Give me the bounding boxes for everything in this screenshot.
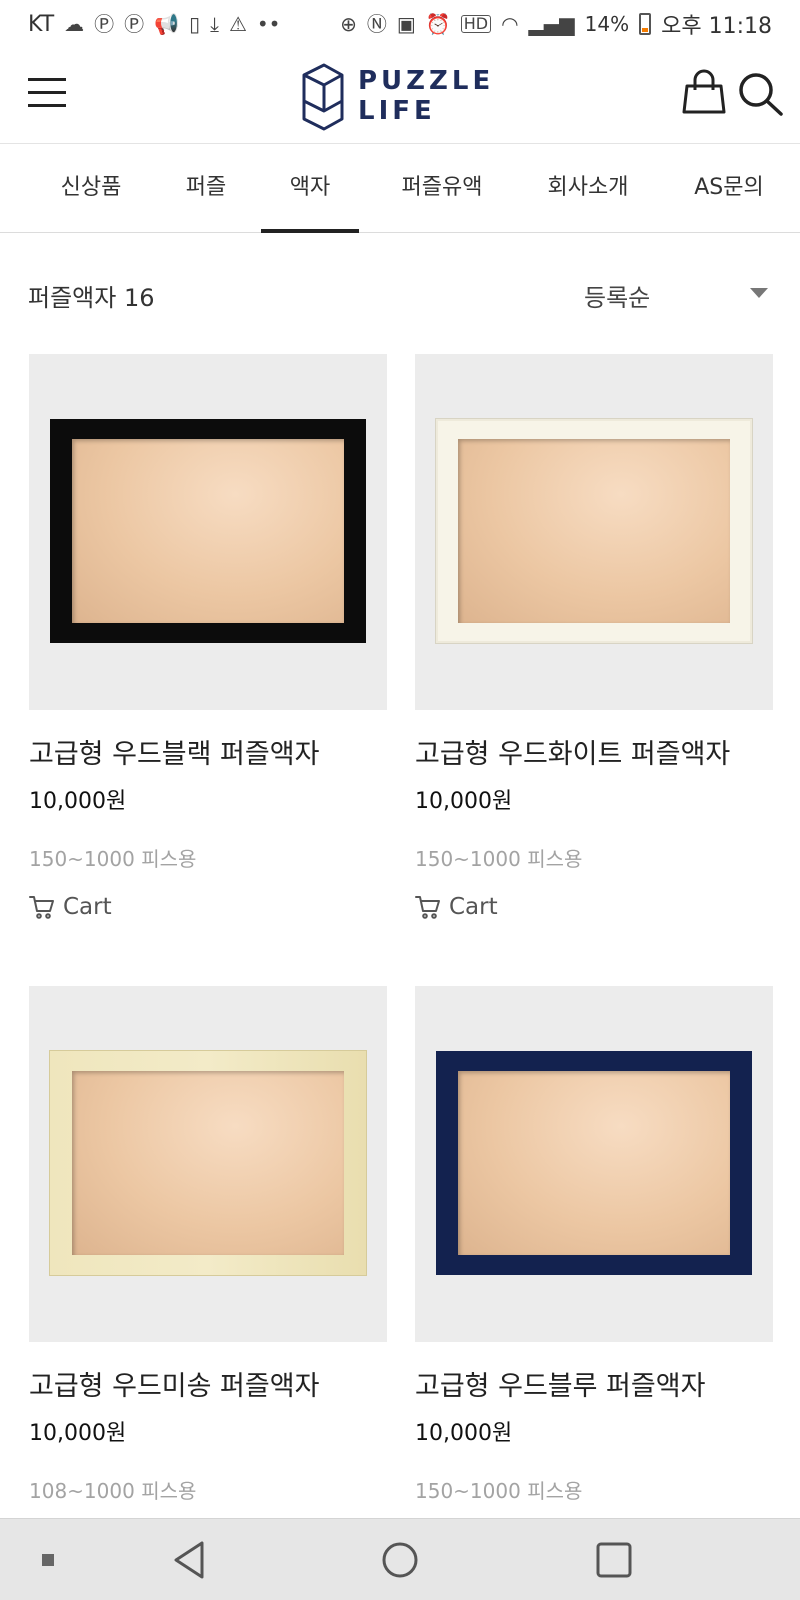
- back-triangle-icon: [174, 1541, 204, 1579]
- search-icon: [739, 73, 783, 116]
- sort-selected-value: 등록순: [584, 284, 651, 312]
- pinterest-icon: Ⓟ: [124, 12, 145, 36]
- shopping-bag-icon: [682, 69, 726, 114]
- hamburger-icon: [28, 91, 66, 94]
- hamburger-icon: [28, 104, 66, 107]
- recents-square-icon: [596, 1542, 632, 1578]
- product-name[interactable]: 고급형 우드화이트 퍼즐액자: [415, 732, 773, 771]
- cart-icon: [29, 896, 54, 919]
- status-left: KT ☁ Ⓟ Ⓟ 📢 ▯ ⤓ ⚠ ••: [28, 12, 280, 37]
- frame-image: [436, 419, 752, 643]
- product-name[interactable]: 고급형 우드블랙 퍼즐액자: [29, 732, 387, 771]
- product-price: 10,000원: [415, 789, 513, 814]
- product-pieces: 150~1000 피스용: [415, 847, 583, 871]
- hd-icon: HD: [460, 15, 492, 33]
- product-price: 10,000원: [29, 1421, 127, 1446]
- product-image[interactable]: [415, 986, 773, 1342]
- category-tabs: 신상품 퍼즐 액자 퍼즐유액 회사소개 AS문의: [0, 144, 800, 233]
- sort-dropdown[interactable]: 등록순: [572, 270, 772, 318]
- app-header: PUZZLE LIFE: [0, 48, 800, 144]
- logo-text: PUZZLE LIFE: [358, 66, 494, 126]
- tab-puzzle-glue[interactable]: 퍼즐유액: [392, 144, 492, 232]
- nav-dot-button[interactable]: [30, 1537, 78, 1583]
- tab-new-products[interactable]: 신상품: [56, 144, 126, 232]
- warning-icon: ⚠: [228, 12, 247, 36]
- cart-label: Cart: [449, 894, 498, 920]
- carrier-label: KT: [28, 11, 55, 37]
- product-image[interactable]: [29, 986, 387, 1342]
- frame-image: [50, 1051, 366, 1275]
- frame-image: [436, 1051, 752, 1275]
- chevron-down-icon: [750, 288, 768, 298]
- data-saver-icon: ⊕: [340, 12, 357, 36]
- clock: 오후 11:18: [661, 14, 772, 39]
- product-card: 고급형 우드미송 퍼즐액자 10,000원 108~1000 피스용: [29, 986, 387, 1504]
- tab-as-inquiry[interactable]: AS문의: [684, 144, 774, 232]
- system-navigation-bar: [0, 1518, 800, 1600]
- pinterest-icon: Ⓟ: [94, 12, 115, 36]
- hamburger-icon: [28, 78, 66, 81]
- product-price: 10,000원: [415, 1421, 513, 1446]
- more-dots-icon: ••: [256, 12, 281, 36]
- status-bar: KT ☁ Ⓟ Ⓟ 📢 ▯ ⤓ ⚠ •• ⊕ Ⓝ ▣ ⏰ HD ◠ ▂▄▆ 14%…: [0, 0, 800, 48]
- back-button[interactable]: [166, 1537, 214, 1583]
- product-card: 고급형 우드블루 퍼즐액자 10,000원 150~1000 피스용: [415, 986, 773, 1504]
- product-name[interactable]: 고급형 우드블루 퍼즐액자: [415, 1364, 773, 1403]
- product-pieces: 150~1000 피스용: [29, 847, 197, 871]
- dot-icon: [42, 1554, 54, 1566]
- battery-percent: 14%: [584, 12, 630, 36]
- site-logo[interactable]: PUZZLE LIFE: [300, 58, 494, 134]
- listing-header: 퍼즐액자 16 등록순: [28, 270, 772, 318]
- add-to-cart-button[interactable]: Cart: [415, 894, 515, 920]
- cloud-icon: ☁: [64, 12, 85, 36]
- frame-image: [50, 419, 366, 643]
- status-right: ⊕ Ⓝ ▣ ⏰ HD ◠ ▂▄▆ 14% 오후 11:18: [340, 8, 772, 40]
- tab-puzzle[interactable]: 퍼즐: [176, 144, 236, 232]
- megaphone-icon: 📢: [154, 12, 180, 36]
- home-button[interactable]: [376, 1537, 424, 1583]
- cart-label: Cart: [63, 894, 112, 920]
- tab-company[interactable]: 회사소개: [538, 144, 638, 232]
- add-to-cart-button[interactable]: Cart: [29, 894, 129, 920]
- cart-icon: [415, 896, 440, 919]
- logo-line2: LIFE: [358, 96, 436, 126]
- cube-logo-icon: [302, 63, 344, 131]
- product-price: 10,000원: [29, 789, 127, 814]
- alarm-icon: ⏰: [425, 12, 451, 36]
- vibrate-icon: ▣: [396, 12, 416, 36]
- product-image[interactable]: [29, 354, 387, 710]
- menu-button[interactable]: [28, 78, 66, 108]
- battery-icon: [639, 13, 652, 35]
- product-name[interactable]: 고급형 우드미송 퍼즐액자: [29, 1364, 387, 1403]
- product-pieces: 108~1000 피스용: [29, 1479, 197, 1503]
- shopping-bag-button[interactable]: [680, 68, 728, 118]
- product-count: 퍼즐액자 16: [28, 284, 155, 312]
- product-image[interactable]: [415, 354, 773, 710]
- battery-saver-icon: ▯: [189, 12, 201, 36]
- wifi-icon: ◠: [501, 12, 519, 36]
- recents-button[interactable]: [590, 1537, 638, 1583]
- home-circle-icon: [382, 1542, 418, 1578]
- tab-frame[interactable]: 액자: [261, 144, 359, 233]
- nfc-icon: Ⓝ: [366, 12, 387, 36]
- logo-line1: PUZZLE: [358, 66, 495, 96]
- product-card: 고급형 우드화이트 퍼즐액자 10,000원 150~1000 피스용 Cart: [415, 354, 773, 920]
- product-pieces: 150~1000 피스용: [415, 1479, 583, 1503]
- download-icon: ⤓: [210, 12, 219, 36]
- product-card: 고급형 우드블랙 퍼즐액자 10,000원 150~1000 피스용 Cart: [29, 354, 387, 920]
- signal-icon: ▂▄▆: [528, 12, 575, 36]
- search-button[interactable]: [736, 68, 786, 118]
